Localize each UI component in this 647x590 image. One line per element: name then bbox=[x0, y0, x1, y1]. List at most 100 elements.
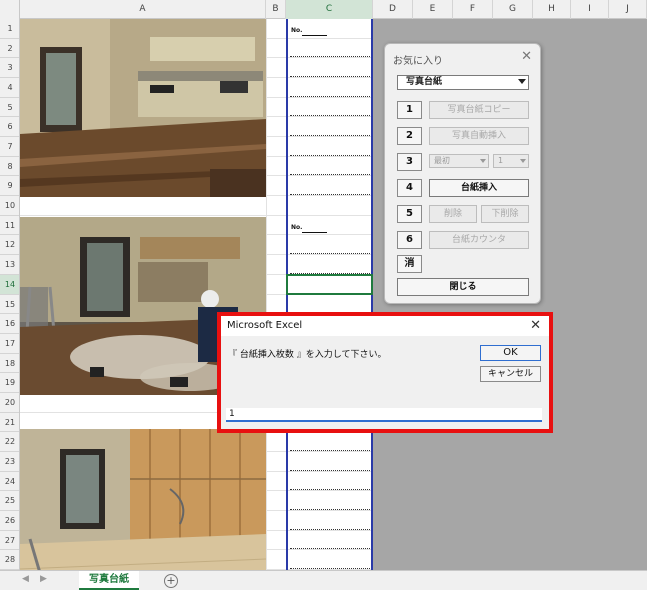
row-header-11[interactable]: 11 bbox=[0, 216, 19, 236]
row-header-3[interactable]: 3 bbox=[0, 58, 19, 79]
tab-nav-prev-icon[interactable]: ◀ bbox=[22, 574, 29, 584]
auto-insert-photo-button[interactable]: 写真自動挿入 bbox=[429, 127, 529, 145]
add-sheet-icon[interactable]: + bbox=[164, 574, 178, 588]
excel-input-dialog: Microsoft Excel ✕ 『 台紙挿入枚数 』を入力して下さい。 OK… bbox=[221, 316, 549, 429]
description-line bbox=[290, 469, 370, 471]
start-position-value: 最初 bbox=[434, 156, 450, 165]
photo-sheet-copy-button[interactable]: 写真台紙コピー bbox=[429, 101, 529, 119]
row-header-13[interactable]: 13 bbox=[0, 255, 19, 275]
close-icon[interactable]: ✕ bbox=[521, 49, 532, 64]
num-button-4[interactable]: 4 bbox=[397, 179, 422, 197]
description-line bbox=[290, 174, 370, 176]
num-button-3[interactable]: 3 bbox=[397, 153, 422, 171]
chevron-down-icon[interactable] bbox=[520, 159, 526, 163]
close-panel-button[interactable]: 閉じる bbox=[397, 278, 529, 296]
row-header-8[interactable]: 8 bbox=[0, 157, 19, 177]
photo-kitchen-before bbox=[20, 19, 266, 197]
row-header-28[interactable]: 28 bbox=[0, 550, 19, 570]
row-header-27[interactable]: 27 bbox=[0, 531, 19, 551]
row-header-15[interactable]: 15 bbox=[0, 295, 19, 315]
template-select[interactable]: 写真台紙 bbox=[397, 75, 529, 90]
clear-button[interactable]: 消 bbox=[397, 255, 422, 273]
num-button-5[interactable]: 5 bbox=[397, 205, 422, 223]
row-header-20[interactable]: 20 bbox=[0, 393, 19, 413]
row-header-26[interactable]: 26 bbox=[0, 511, 19, 531]
description-line bbox=[290, 115, 370, 117]
row-header-24[interactable]: 24 bbox=[0, 472, 19, 492]
row-header-25[interactable]: 25 bbox=[0, 491, 19, 511]
count-value: 1 bbox=[498, 156, 504, 165]
row-header-16[interactable]: 16 bbox=[0, 314, 19, 334]
delete-below-button[interactable]: 下削除 bbox=[481, 205, 529, 223]
row-header-23[interactable]: 23 bbox=[0, 452, 19, 472]
row-header-19[interactable]: 19 bbox=[0, 373, 19, 393]
column-header-a[interactable]: A bbox=[20, 0, 266, 19]
start-position-select[interactable]: 最初 bbox=[429, 154, 489, 168]
description-line bbox=[290, 76, 370, 78]
sheet-tab-photo[interactable]: 写真台紙 bbox=[79, 571, 139, 590]
row-header-14[interactable]: 14 bbox=[0, 274, 19, 295]
row-header-17[interactable]: 17 bbox=[0, 334, 19, 354]
select-all-corner[interactable] bbox=[0, 0, 20, 19]
description-line bbox=[290, 548, 370, 550]
description-line bbox=[290, 449, 370, 451]
row-header-18[interactable]: 18 bbox=[0, 354, 19, 374]
row-header-4[interactable]: 4 bbox=[0, 78, 19, 98]
column-header-f[interactable]: F bbox=[453, 0, 493, 19]
favorites-panel: お気に入り ✕ 写真台紙 1 写真台紙コピー 2 写真自動挿入 3 最初 1 4… bbox=[384, 43, 541, 304]
num-button-1[interactable]: 1 bbox=[397, 101, 422, 119]
row-header-6[interactable]: 6 bbox=[0, 117, 19, 138]
cancel-button[interactable]: キャンセル bbox=[480, 366, 541, 382]
ok-button[interactable]: OK bbox=[480, 345, 541, 361]
gridline bbox=[266, 19, 267, 570]
description-line bbox=[290, 135, 370, 137]
sheet-counter-button[interactable]: 台紙カウンタ bbox=[429, 231, 529, 249]
count-select[interactable]: 1 bbox=[493, 154, 529, 168]
row-header-1[interactable]: 1 bbox=[0, 19, 19, 39]
tab-nav-next-icon[interactable]: ▶ bbox=[40, 574, 47, 584]
dialog-message: 『 台紙挿入枚数 』を入力して下さい。 bbox=[228, 350, 387, 360]
number-label: No. bbox=[291, 223, 303, 231]
chevron-down-icon[interactable] bbox=[518, 79, 526, 84]
photo-1[interactable] bbox=[20, 19, 266, 197]
dialog-title: Microsoft Excel bbox=[227, 320, 303, 331]
row-header-10[interactable]: 10 bbox=[0, 196, 19, 216]
row-header-9[interactable]: 9 bbox=[0, 176, 19, 197]
sheet-count-input[interactable]: 1 bbox=[226, 408, 542, 422]
row-header-12[interactable]: 12 bbox=[0, 235, 19, 256]
column-header-c[interactable]: C bbox=[286, 0, 373, 19]
selected-cell-c14[interactable] bbox=[286, 274, 373, 295]
description-line bbox=[290, 489, 370, 491]
worksheet-grid[interactable]: No.No.No. bbox=[20, 19, 373, 570]
column-header-h[interactable]: H bbox=[533, 0, 571, 19]
close-icon[interactable]: ✕ bbox=[530, 316, 541, 336]
row-header-2[interactable]: 2 bbox=[0, 39, 19, 59]
description-line bbox=[290, 253, 370, 255]
delete-button[interactable]: 削除 bbox=[429, 205, 477, 223]
chevron-down-icon[interactable] bbox=[480, 159, 486, 163]
description-line bbox=[290, 509, 370, 510]
column-header-e[interactable]: E bbox=[413, 0, 453, 19]
insert-sheet-button[interactable]: 台紙挿入 bbox=[429, 179, 529, 197]
row-header-5[interactable]: 5 bbox=[0, 98, 19, 118]
column-header-b[interactable]: B bbox=[266, 0, 286, 19]
row-header-21[interactable]: 21 bbox=[0, 413, 19, 433]
description-line bbox=[290, 154, 370, 156]
favorites-title: お気に入り bbox=[393, 56, 443, 67]
description-line bbox=[290, 194, 370, 196]
number-underline bbox=[302, 231, 327, 233]
photo-3[interactable] bbox=[20, 429, 266, 570]
dialog-titlebar: Microsoft Excel ✕ bbox=[221, 316, 549, 336]
row-header-7[interactable]: 7 bbox=[0, 137, 19, 157]
column-header-g[interactable]: G bbox=[493, 0, 533, 19]
num-button-2[interactable]: 2 bbox=[397, 127, 422, 145]
column-header-j[interactable]: J bbox=[609, 0, 647, 19]
sheet-tab-bar: ◀ ▶ 写真台紙 + bbox=[0, 570, 647, 590]
description-line bbox=[290, 568, 370, 570]
row-header-22[interactable]: 22 bbox=[0, 432, 19, 452]
column-header-d[interactable]: D bbox=[373, 0, 413, 19]
column-header-i[interactable]: I bbox=[571, 0, 609, 19]
row-header: 1 2 3 4 5 6 7 8 9 10 11 12 13 14 15 16 17 18 19 20 21 22 23 24 2… bbox=[0, 19, 20, 570]
num-button-6[interactable]: 6 bbox=[397, 231, 422, 249]
description-line bbox=[290, 56, 370, 58]
